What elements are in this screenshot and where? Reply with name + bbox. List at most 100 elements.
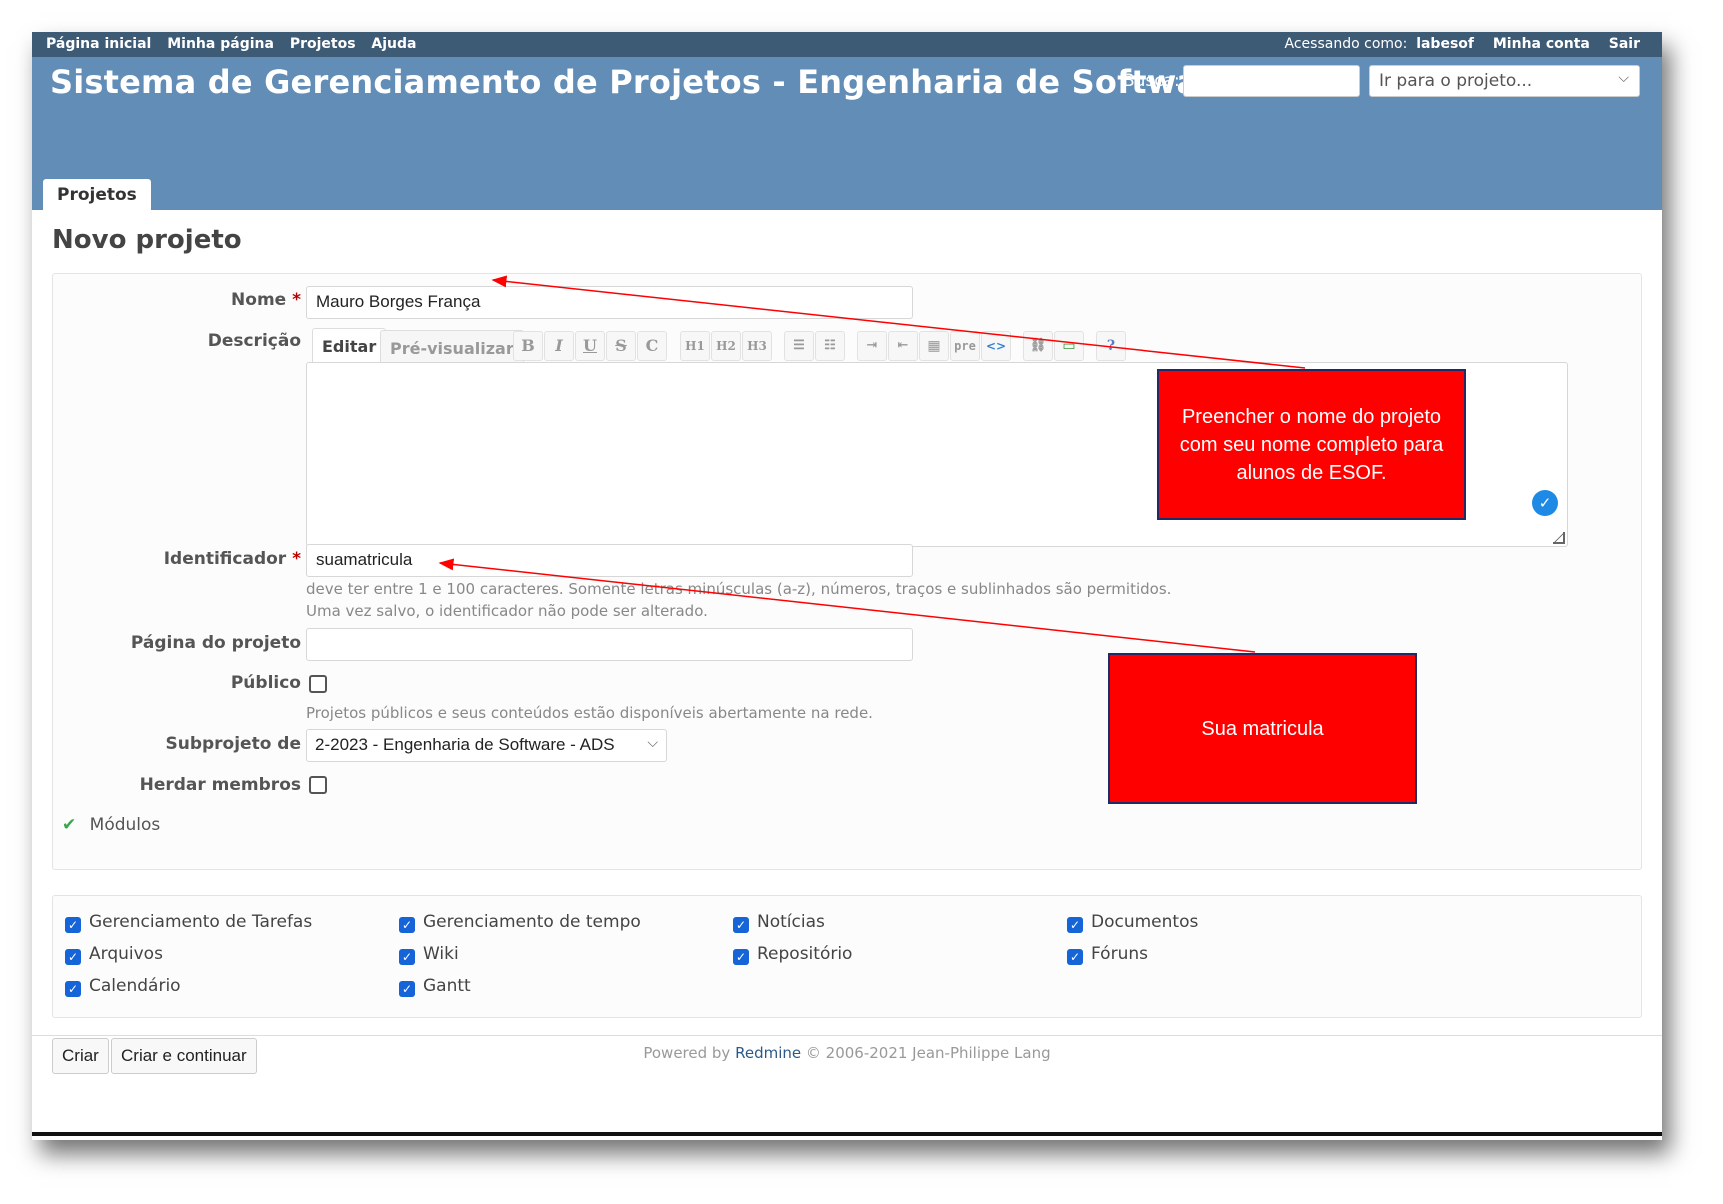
project-jump-select[interactable]: Ir para o projeto... ⌵ [1369, 65, 1640, 97]
header: Sistema de Gerenciamento de Projetos - E… [32, 57, 1662, 210]
checked-checkbox-icon[interactable]: ✓ [399, 917, 415, 933]
module-label: Wiki [423, 944, 459, 964]
modules-box: ✓ Gerenciamento de Tarefas ✓ Gerenciamento… [52, 895, 1642, 1018]
identifier-label: Identificador * [164, 549, 301, 569]
annotation-callout-identifier: Sua matricula [1108, 653, 1417, 804]
homepage-input[interactable] [306, 628, 913, 661]
checked-checkbox-icon[interactable]: ✓ [1067, 917, 1083, 933]
parent-project-select[interactable]: 2-2023 - Engenharia de Software - ADS ⌵ [306, 729, 667, 762]
grammar-check-icon[interactable]: ✓ [1532, 490, 1558, 516]
menu-my-page-link[interactable]: Minha página [167, 36, 274, 52]
module-label: Arquivos [89, 944, 163, 964]
tab-preview[interactable]: Pré-visualizar [380, 330, 524, 366]
identifier-label-text: Identificador [163, 549, 287, 569]
heading3-button[interactable]: H3 [742, 331, 772, 361]
module-time-tracking[interactable]: ✓ Gerenciamento de tempo [399, 912, 641, 933]
browser-window: Página inicial Minha página Projetos Aju… [32, 32, 1662, 1140]
help-icon[interactable]: ? [1096, 331, 1126, 361]
image-icon[interactable]: ▭ [1054, 331, 1084, 361]
project-jump-placeholder: Ir para o projeto... [1379, 71, 1533, 91]
menu-help-link[interactable]: Ajuda [371, 36, 416, 52]
menu-home-link[interactable]: Página inicial [46, 36, 151, 52]
window-bottom-border [32, 1132, 1662, 1136]
footer-copyright: © 2006-2021 Jean-Philippe Lang [805, 1044, 1051, 1062]
identifier-input[interactable]: suamatricula [306, 544, 913, 577]
code-button[interactable]: C [637, 331, 667, 361]
pre-button[interactable]: pre [950, 331, 980, 361]
identifier-hint: deve ter entre 1 e 100 caracteres. Somen… [306, 580, 1172, 598]
module-calendar[interactable]: ✓ Calendário [65, 976, 181, 997]
parent-project-value: 2-2023 - Engenharia de Software - ADS [315, 735, 615, 754]
my-account-link[interactable]: Minha conta [1493, 36, 1590, 52]
checked-checkbox-icon[interactable]: ✓ [1067, 949, 1083, 965]
module-forums[interactable]: ✓ Fóruns [1067, 944, 1148, 965]
checked-checkbox-icon[interactable]: ✓ [65, 917, 81, 933]
chevron-down-icon: ⌵ [1618, 70, 1629, 86]
italic-button[interactable]: I [544, 331, 574, 361]
checked-checkbox-icon[interactable]: ✓ [399, 949, 415, 965]
public-hint: Projetos públicos e seus conteúdos estão… [306, 704, 873, 722]
app-title: Sistema de Gerenciamento de Projetos - E… [50, 63, 1237, 101]
homepage-label: Página do projeto [130, 633, 301, 653]
module-label: Notícias [757, 912, 825, 932]
inherit-members-checkbox[interactable] [309, 776, 327, 794]
footer: Powered by Redmine © 2006-2021 Jean-Phil… [32, 1035, 1662, 1065]
module-documents[interactable]: ✓ Documentos [1067, 912, 1198, 933]
module-issue-tracking[interactable]: ✓ Gerenciamento de Tarefas [65, 912, 312, 933]
logged-as-label: Acessando como: [1284, 36, 1408, 52]
checked-checkbox-icon[interactable]: ✓ [733, 949, 749, 965]
name-input[interactable]: Mauro Borges França [306, 286, 913, 319]
module-files[interactable]: ✓ Arquivos [65, 944, 163, 965]
heading2-button[interactable]: H2 [711, 331, 741, 361]
module-wiki[interactable]: ✓ Wiki [399, 944, 459, 965]
checkmark-icon: ✔ [62, 815, 77, 835]
indent-right-icon[interactable]: ⇥ [857, 331, 887, 361]
modules-legend[interactable]: ✔ Módulos [62, 815, 160, 835]
indent-left-icon[interactable]: ⇤ [888, 331, 918, 361]
inline-code-icon[interactable]: <> [981, 331, 1011, 361]
resize-handle-icon[interactable] [1553, 532, 1565, 544]
module-label: Calendário [89, 976, 181, 996]
menu-projects-link[interactable]: Projetos [290, 36, 356, 52]
underline-button[interactable]: U [575, 331, 605, 361]
name-label-text: Nome [231, 290, 287, 310]
checked-checkbox-icon[interactable]: ✓ [65, 949, 81, 965]
strikethrough-button[interactable]: S [606, 331, 636, 361]
chevron-down-icon: ⌵ [647, 734, 658, 750]
top-menu: Página inicial Minha página Projetos Aju… [32, 32, 1662, 57]
module-repository[interactable]: ✓ Repositório [733, 944, 852, 965]
user-link[interactable]: labesof [1416, 36, 1474, 52]
search-input[interactable] [1183, 65, 1360, 97]
footer-powered: Powered by [643, 1044, 731, 1062]
heading1-button[interactable]: H1 [680, 331, 710, 361]
table-icon[interactable]: ▦ [919, 331, 949, 361]
module-label: Gerenciamento de tempo [423, 912, 641, 932]
modules-legend-text: Módulos [89, 815, 161, 835]
module-label: Documentos [1091, 912, 1199, 932]
public-checkbox[interactable] [309, 675, 327, 693]
ordered-list-icon[interactable]: ☷ [815, 331, 845, 361]
checked-checkbox-icon[interactable]: ✓ [65, 981, 81, 997]
module-label: Gantt [423, 976, 471, 996]
module-gantt[interactable]: ✓ Gantt [399, 976, 471, 997]
link-icon[interactable]: ⛓ [1023, 331, 1053, 361]
required-marker: * [292, 290, 301, 310]
tab-projects[interactable]: Projetos [43, 179, 151, 210]
module-label: Gerenciamento de Tarefas [89, 912, 313, 932]
redmine-link[interactable]: Redmine [735, 1044, 801, 1062]
parent-label: Subprojeto de [165, 734, 301, 754]
bold-button[interactable]: B [513, 331, 543, 361]
search-label: Busca: [1123, 71, 1180, 91]
annotation-callout-name: Preencher o nome do projeto com seu nome… [1157, 369, 1466, 520]
module-news[interactable]: ✓ Notícias [733, 912, 825, 933]
checked-checkbox-icon[interactable]: ✓ [733, 917, 749, 933]
logout-link[interactable]: Sair [1609, 36, 1640, 52]
public-label: Público [230, 673, 301, 693]
checked-checkbox-icon[interactable]: ✓ [399, 981, 415, 997]
unordered-list-icon[interactable]: ☰ [784, 331, 814, 361]
inherit-members-label: Herdar membros [139, 775, 301, 795]
required-marker: * [292, 549, 301, 569]
identifier-hint-2: Uma vez salvo, o identificador não pode … [306, 602, 708, 620]
page-title: Novo projeto [52, 225, 242, 255]
tab-edit[interactable]: Editar [312, 328, 387, 366]
